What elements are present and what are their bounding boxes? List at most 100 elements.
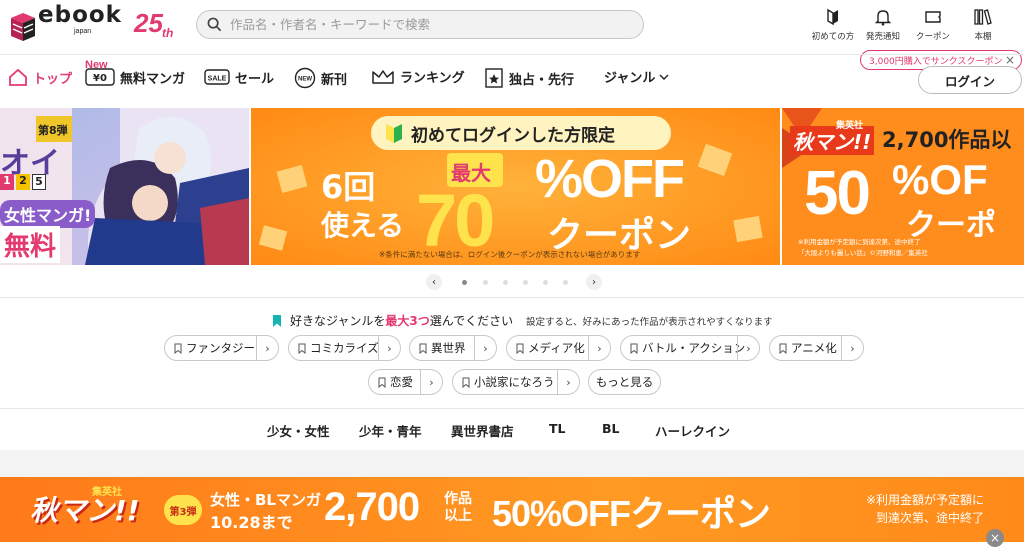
banner-mid-headline: 初めてログインした方限定: [411, 126, 615, 146]
release-notification-link[interactable]: 発売通知: [858, 8, 908, 42]
coupon-icon: [925, 11, 941, 23]
bookshelf-icon: [974, 9, 992, 25]
carousel-prev-button[interactable]: ‹: [426, 274, 442, 290]
genre-prompt-note: 設定すると、好みにあった作品が表示されやすくなります: [526, 317, 773, 328]
book-stack-logo-icon: [11, 13, 35, 41]
genre-chip[interactable]: コミカライズ ›: [288, 335, 401, 361]
nav-item-sale[interactable]: SALE セール: [204, 67, 274, 87]
svg-text:NEW: NEW: [298, 77, 312, 83]
chevron-right-icon[interactable]: ›: [557, 370, 579, 394]
banner-left-numbers: 1 2 5: [0, 174, 46, 190]
carousel-dot[interactable]: [483, 280, 488, 285]
banner-right-note1: ※利用金額が予定額に到達次第、途中終了: [798, 238, 921, 246]
section-spacer: [0, 450, 1024, 477]
banner-free-manga[interactable]: 第8弾 オイ 1 2 5 女性マンガ! 無料: [0, 108, 249, 265]
banner-right-headline: 2,700作品以: [882, 128, 1012, 152]
chevron-right-icon[interactable]: ›: [420, 370, 442, 394]
star-book-icon: [485, 68, 503, 88]
home-icon: [9, 68, 27, 86]
genre-chip[interactable]: 恋愛 ›: [368, 369, 443, 395]
banner-right-note2: 「大阪よりも麗しい話」©河野和恵／集英社: [798, 249, 928, 257]
chevron-right-icon[interactable]: ›: [841, 336, 863, 360]
category-tab[interactable]: BL: [602, 421, 620, 436]
divider: [0, 297, 1024, 298]
bookmark-outline-icon: [779, 343, 787, 354]
chevron-right-icon[interactable]: ›: [737, 336, 759, 360]
banner-right-publisher: 集英社: [836, 121, 864, 131]
chevron-right-icon[interactable]: ›: [474, 336, 496, 360]
anniversary-suffix: th: [162, 26, 174, 40]
banner-mid-line2: 使える: [321, 209, 405, 242]
genre-chip[interactable]: 異世界 ›: [409, 335, 497, 361]
logo-subtext: japan: [74, 28, 92, 35]
close-icon[interactable]: ×: [986, 529, 1004, 547]
nav-item-new-releases[interactable]: NEW 新刊: [294, 67, 347, 89]
genre-more-button[interactable]: もっと見る: [588, 369, 661, 395]
genre-chip[interactable]: メディア化 ›: [506, 335, 611, 361]
ebook-japan-logo[interactable]: [8, 10, 38, 42]
banner-first-login-coupon[interactable]: 初めてログインした方限定 6回 使える 最大 70 %OFF クーポン ※条件に…: [251, 108, 780, 265]
genre-prompt-title: 好きなジャンルを 最大3つ 選んでください: [272, 312, 513, 329]
category-tab[interactable]: 少女・女性: [267, 421, 330, 440]
cart-link[interactable]: カゴ: [1008, 8, 1024, 42]
bookshelf-link[interactable]: 本棚: [958, 8, 1008, 42]
carousel-dot[interactable]: [503, 280, 508, 285]
category-tab[interactable]: 少年・青年: [359, 421, 422, 440]
bottom-banner-offer: 50%OFFクーポン: [492, 493, 771, 534]
bottom-banner-target: 女性・BLマンガ: [210, 491, 321, 509]
search-bar[interactable]: [196, 10, 644, 39]
genre-chip[interactable]: ファンタジー ›: [164, 335, 279, 361]
bottom-banner-tag: 秋マン!!: [30, 494, 140, 527]
chevron-right-icon[interactable]: ›: [588, 336, 610, 360]
search-icon: [207, 17, 222, 32]
bottom-banner-date: 10.28まで: [210, 513, 293, 532]
genre-chip[interactable]: アニメ化 ›: [769, 335, 864, 361]
banner-left-subtitle: 女性マンガ!: [0, 200, 96, 228]
category-tab[interactable]: TL: [549, 421, 566, 436]
carousel-dot[interactable]: [462, 280, 467, 285]
nav-item-genre[interactable]: ジャンル: [604, 67, 670, 86]
svg-text:SALE: SALE: [208, 76, 227, 83]
bottom-banner-round-badge: 第3弾: [164, 495, 202, 525]
banner-right-percent-off: %OF: [892, 156, 988, 203]
bookmark-outline-icon: [174, 343, 182, 354]
carousel-dot[interactable]: [563, 280, 568, 285]
chevron-right-icon[interactable]: ›: [378, 336, 400, 360]
bookmark-outline-icon: [378, 377, 386, 388]
bottom-banner-count-suffix: 作品以上: [444, 491, 472, 524]
free-yen-icon: ¥0: [85, 68, 115, 86]
banner-right-percent-value: 50: [804, 159, 871, 228]
category-tab[interactable]: ハーレクイン: [655, 421, 730, 440]
divider: [0, 408, 1024, 409]
nav-item-free-manga[interactable]: ¥0 無料マンガ: [85, 67, 185, 87]
autumn-manga-bottom-banner[interactable]: 秋マン!! 集英社 第3弾 女性・BLマンガ 10.28まで 2,700 作品以…: [0, 477, 1024, 542]
carousel-next-button[interactable]: ›: [586, 274, 602, 290]
anniversary-badge: 25: [134, 8, 163, 38]
new-icon: NEW: [294, 67, 316, 89]
banner-autumn-manga[interactable]: 秋マン!! 集英社 2,700作品以 50 %OF クーポ ※利用金額が予定額に…: [782, 108, 1024, 265]
beginner-link[interactable]: 初めての方: [808, 8, 858, 42]
bookmark-outline-icon: [462, 377, 470, 388]
banner-mid-line1: 6回: [321, 168, 376, 206]
bookmark-icon: [273, 314, 281, 327]
carousel-dot[interactable]: [543, 280, 548, 285]
search-input[interactable]: [228, 16, 628, 33]
header-icon-menu: 初めての方 発売通知 クーポン 本棚 カゴ: [808, 8, 1024, 42]
bookmark-outline-icon: [516, 343, 524, 354]
bottom-banner-count: 2,700: [324, 485, 420, 529]
carousel-dot[interactable]: [523, 280, 528, 285]
bookmark-outline-icon: [298, 343, 306, 354]
nav-item-ranking[interactable]: ランキング: [371, 67, 465, 86]
genre-chip[interactable]: バトル・アクション ›: [620, 335, 760, 361]
login-button[interactable]: ログイン: [918, 66, 1022, 94]
logo-wordmark: ebook: [38, 2, 122, 28]
banner-mid-percent-off: %OFF: [535, 149, 685, 209]
genre-chip[interactable]: 小説家になろう ›: [452, 369, 580, 395]
nav-item-exclusive[interactable]: 独占・先行: [484, 67, 574, 89]
nav-item-top[interactable]: トップ: [8, 67, 72, 87]
coupon-link[interactable]: クーポン: [908, 8, 958, 42]
beginner-icon: [827, 8, 838, 26]
chevron-right-icon[interactable]: ›: [256, 336, 278, 360]
category-tab[interactable]: 異世界書店: [451, 421, 514, 440]
banner-carousel-controls: ‹ ›: [0, 268, 1024, 296]
